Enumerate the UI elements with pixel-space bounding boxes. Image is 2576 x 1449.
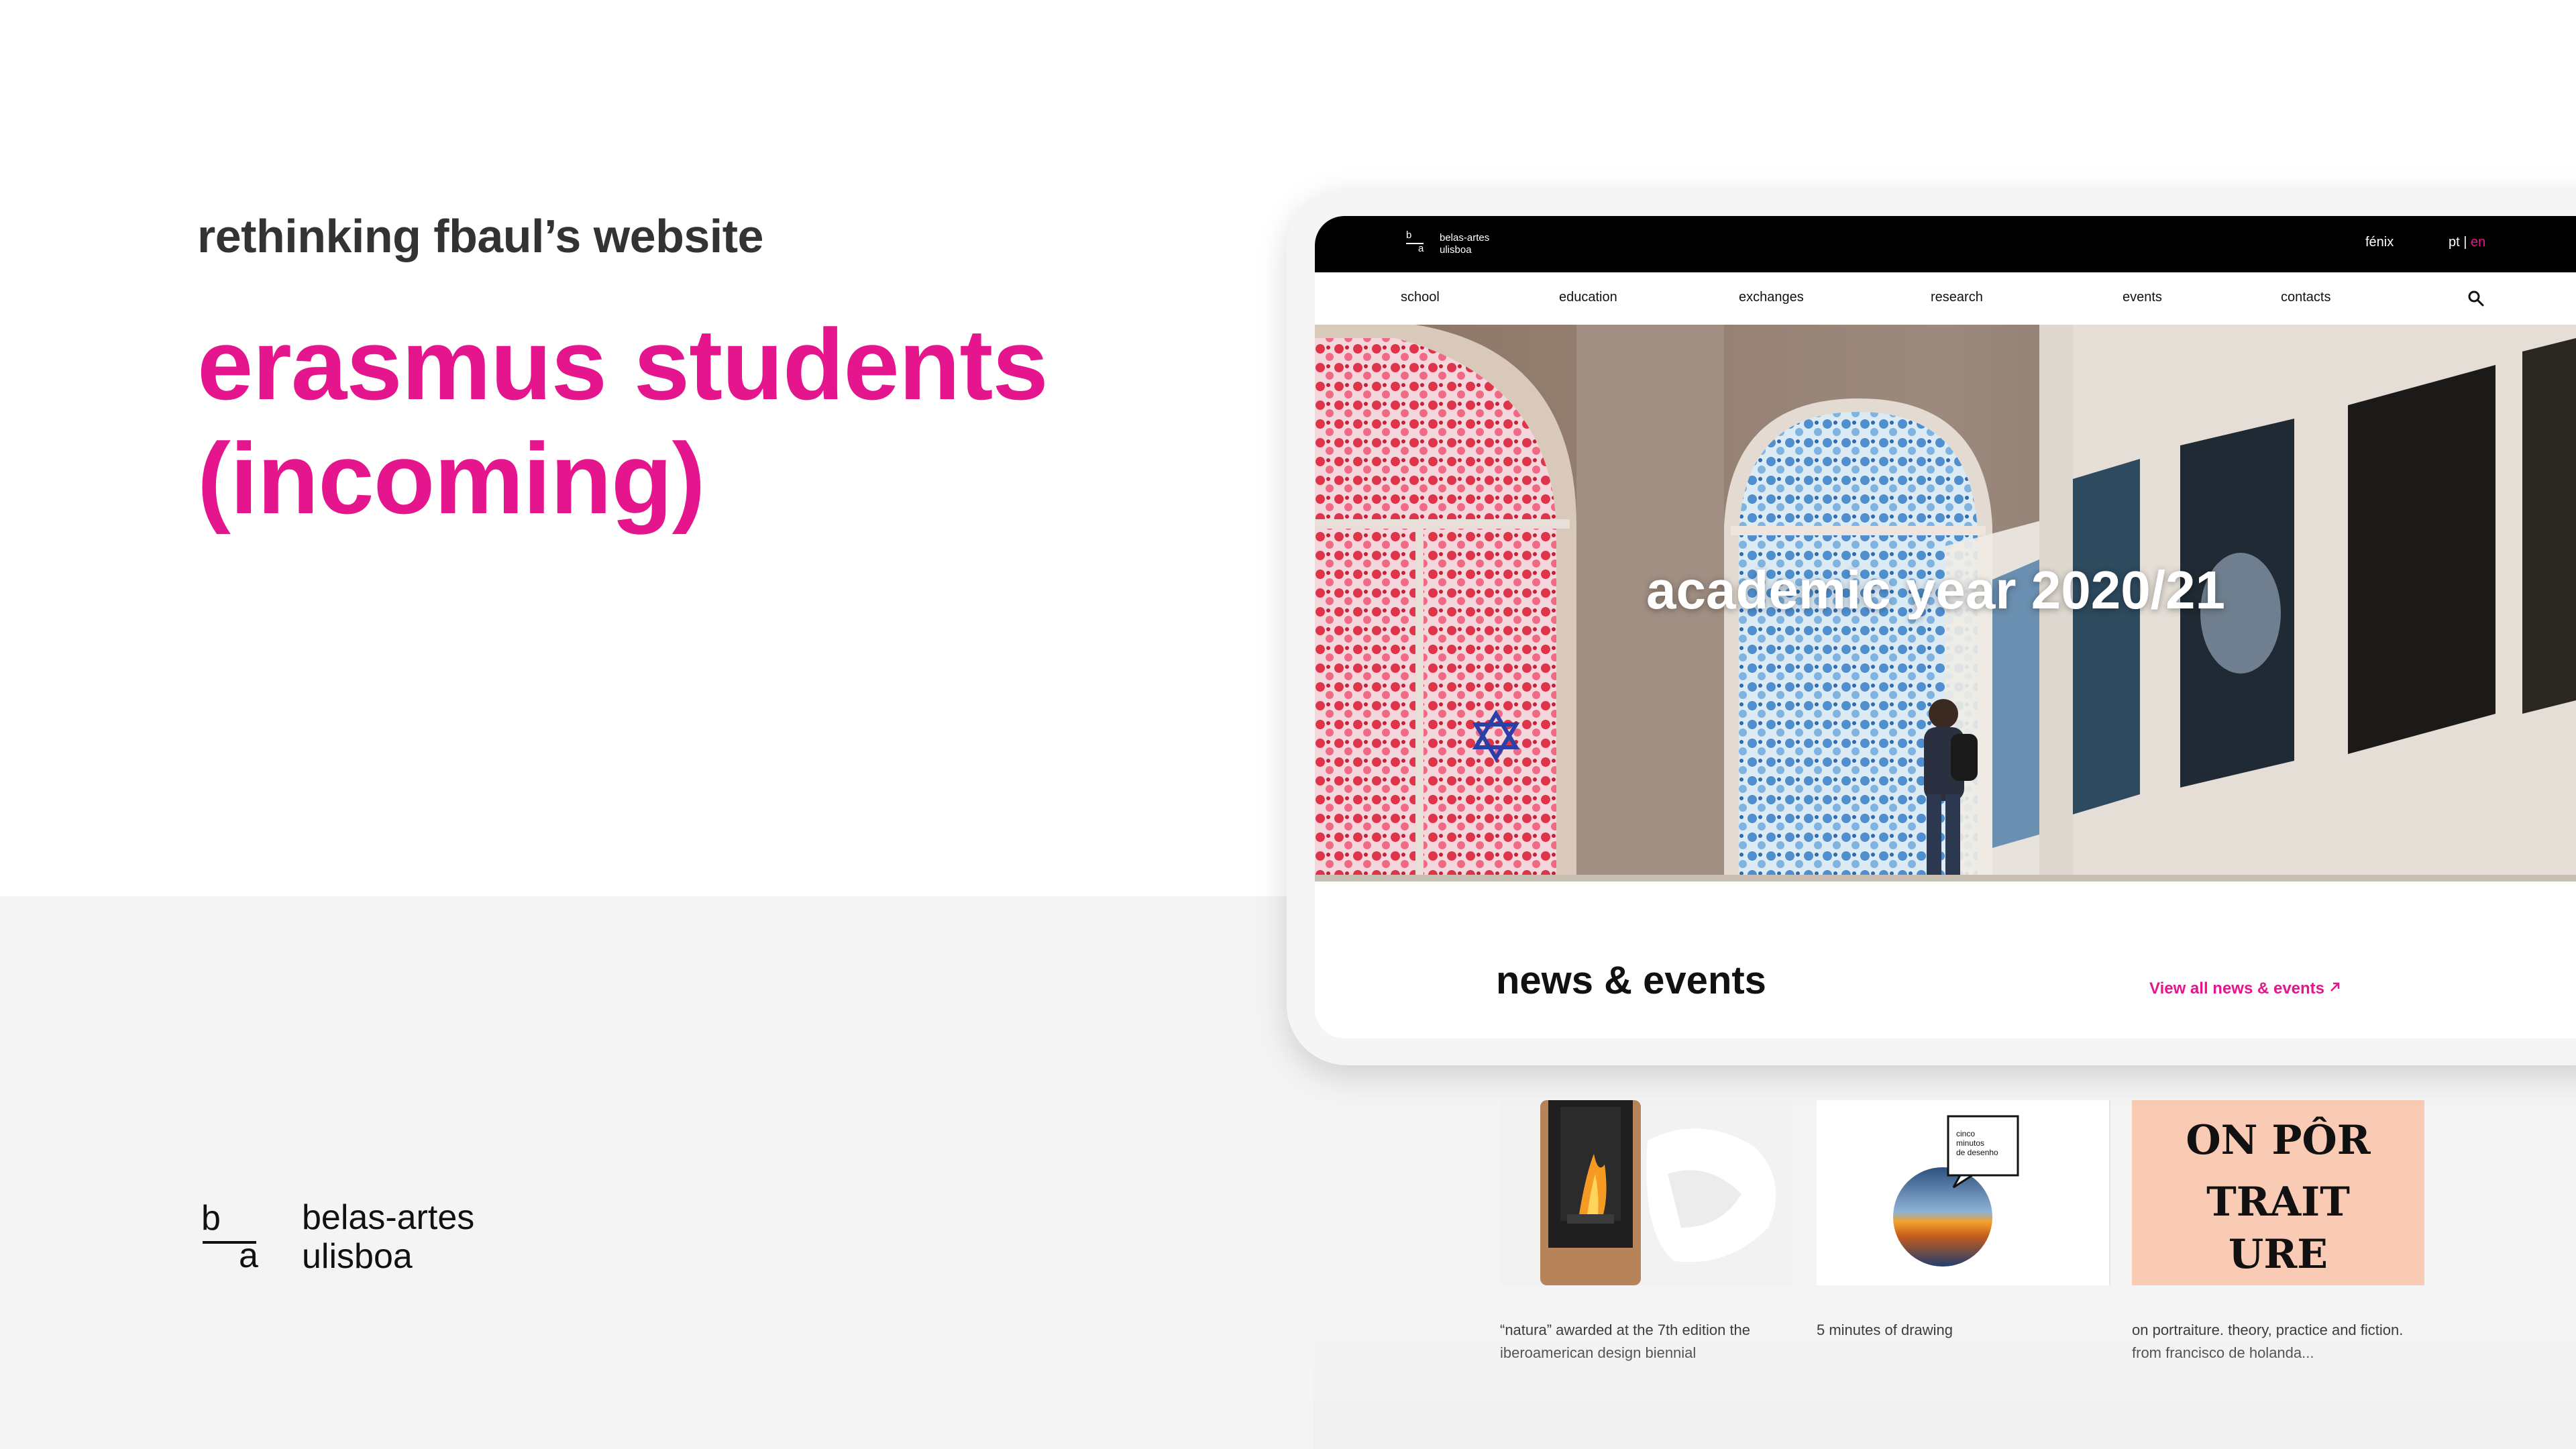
lang-en-link[interactable]: en: [2471, 235, 2485, 250]
site-logo[interactable]: b a belas-artes ulisboa: [1406, 229, 1513, 259]
website-screen: b a belas-artes ulisboa fénix pt | en sc…: [1315, 216, 2576, 1038]
poster-text-3: de desenho: [1956, 1148, 1998, 1157]
caption-line: on portraiture. theory, practice and fic…: [2132, 1322, 2404, 1338]
news-cards-row: cinco minutos de desenho ON PÔR TRAIT UR…: [1313, 1080, 2576, 1449]
fenix-link[interactable]: fénix: [2365, 235, 2394, 250]
language-switch: pt | en: [2449, 235, 2485, 250]
poster-word-2: TRAIT: [2206, 1179, 2350, 1226]
nav-events[interactable]: events: [2123, 290, 2162, 305]
news-card-image-natura[interactable]: [1500, 1100, 1792, 1285]
site-logo-mark-b: b: [1406, 229, 1412, 241]
lang-separator: |: [2463, 235, 2467, 250]
lang-pt-link[interactable]: pt: [2449, 235, 2460, 250]
slide-kicker: rethinking fbaul’s website: [197, 210, 764, 262]
nav-school[interactable]: school: [1401, 290, 1440, 305]
hero-banner: academic year 2020/21: [1315, 325, 2576, 881]
news-card-image-drawing[interactable]: cinco minutos de desenho: [1817, 1100, 2109, 1285]
caption-line: 5 minutes of drawing: [1817, 1322, 1953, 1338]
poster-word-3: URE: [2229, 1231, 2328, 1278]
site-logo-line-1: belas-artes: [1440, 232, 1490, 244]
news-card-caption-natura[interactable]: “natura” awarded at the 7th edition the …: [1500, 1319, 1795, 1364]
site-nav: school education exchanges research even…: [1315, 272, 2576, 325]
news-card-caption-drawing[interactable]: 5 minutes of drawing: [1817, 1319, 2112, 1342]
headline-line-2: (incoming): [197, 422, 706, 535]
hero-title: academic year 2020/21: [1646, 560, 2225, 620]
arrow-up-right-icon: [2328, 979, 2342, 998]
poster-text-2: minutos: [1956, 1138, 1984, 1148]
search-icon[interactable]: [2466, 288, 2486, 309]
slide-headline: erasmus students (incoming): [197, 307, 1049, 535]
caption-line: “natura” awarded at the 7th edition the: [1500, 1322, 1751, 1338]
nav-contacts[interactable]: contacts: [2281, 290, 2330, 305]
card-separator: [2109, 1100, 2110, 1285]
nav-education[interactable]: education: [1559, 290, 1617, 305]
news-card-caption-portraiture[interactable]: on portraiture. theory, practice and fic…: [2132, 1319, 2427, 1364]
view-all-news-link[interactable]: View all news & events: [2149, 979, 2342, 998]
caption-line: iberoamerican design biennial: [1500, 1344, 1697, 1361]
poster-text-1: cinco: [1956, 1129, 1975, 1138]
news-section-title: news & events: [1496, 959, 1766, 1002]
site-logo-mark-a: a: [1418, 243, 1424, 254]
view-all-news-label: View all news & events: [2149, 979, 2325, 998]
belas-artes-logo: b a belas-artes ulisboa: [201, 1198, 510, 1279]
logo-wordmark-line-2: ulisboa: [302, 1237, 413, 1276]
headline-line-1: erasmus students: [197, 308, 1049, 421]
nav-exchanges[interactable]: exchanges: [1739, 290, 1804, 305]
logo-wordmark-line-1: belas-artes: [302, 1198, 475, 1237]
logo-mark-a: a: [239, 1236, 258, 1275]
poster-word-1: ON PÔR: [2186, 1116, 2371, 1164]
logo-mark-b: b: [201, 1199, 221, 1238]
nav-research[interactable]: research: [1931, 290, 1983, 305]
logo-wordmark: belas-artes ulisboa: [302, 1198, 474, 1276]
caption-line: from francisco de holanda...: [2132, 1344, 2314, 1361]
site-topbar: b a belas-artes ulisboa fénix pt | en: [1315, 216, 2576, 272]
tablet-mockup: b a belas-artes ulisboa fénix pt | en sc…: [1287, 188, 2576, 1065]
site-logo-wordmark: belas-artes ulisboa: [1440, 232, 1489, 256]
news-card-image-portraiture[interactable]: ON PÔR TRAIT URE: [2132, 1100, 2424, 1285]
site-logo-line-2: ulisboa: [1440, 244, 1472, 256]
